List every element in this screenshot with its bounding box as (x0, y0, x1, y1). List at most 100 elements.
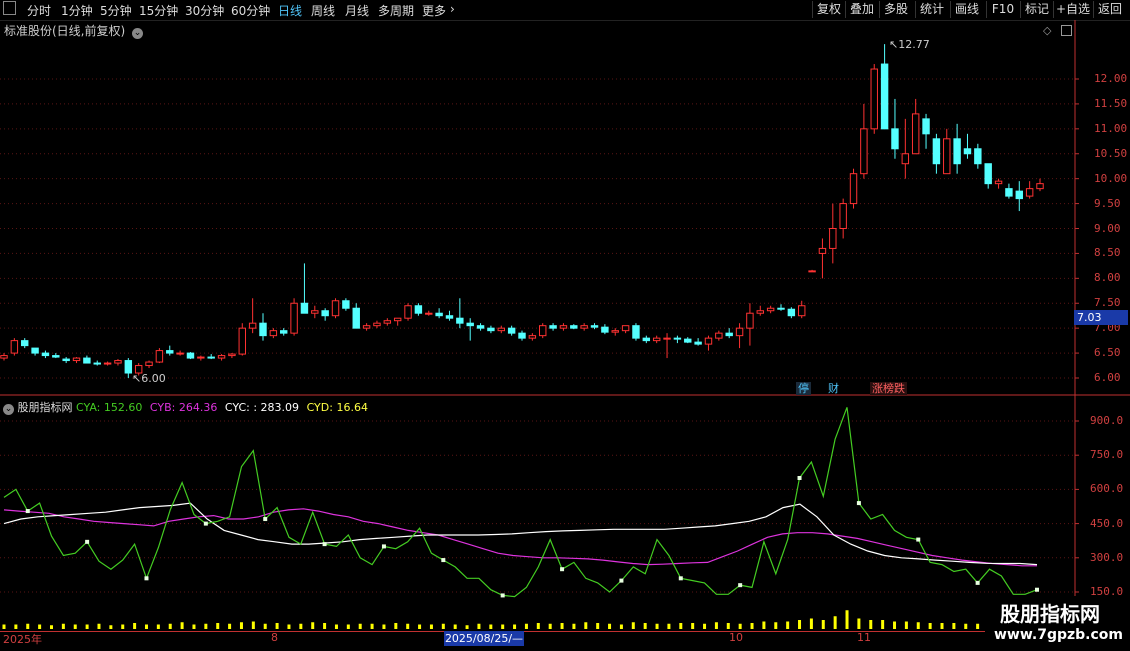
cyd-bar (703, 623, 707, 629)
diamond-icon[interactable]: ◇ (1043, 24, 1051, 37)
period-tab-5min[interactable]: 5分钟 (100, 2, 132, 19)
kline-chart[interactable] (0, 0, 1130, 650)
price-axis-label: 12.00 (1094, 72, 1128, 85)
cyd-bar (109, 625, 113, 629)
draw-line-button[interactable]: 画线 (950, 1, 983, 18)
cyd-bar (501, 624, 505, 629)
period-tab-1min[interactable]: 1分钟 (61, 2, 93, 19)
indicator-axis-label: 450.0 (1090, 516, 1124, 530)
cyd-bar (643, 623, 647, 629)
candle-up (528, 335, 537, 339)
indicator-menu-icon[interactable]: ⌄ (3, 404, 14, 415)
indicator-header: ⌄ 股朋指标网 CYA: 152.60 CYB: 264.36 CYC: : 2… (3, 399, 368, 415)
cyd-bar (881, 620, 885, 629)
candle-down (21, 340, 29, 347)
current-price-marker: 7.03 (1074, 310, 1128, 325)
candle-up (539, 325, 547, 337)
mark-button[interactable]: 标记 (1020, 1, 1053, 18)
cyd-bar (453, 624, 457, 629)
candle-up (818, 247, 827, 254)
cyd-bar (394, 623, 398, 629)
period-tab-fenshi[interactable]: 分时 (27, 2, 51, 19)
overlay-button[interactable]: 叠加 (845, 1, 878, 18)
cyd-bar (798, 620, 802, 629)
price-axis-label: 8.00 (1094, 271, 1121, 285)
candle-down (673, 337, 682, 340)
multi-stock-button[interactable]: 多股 (879, 1, 912, 18)
candle-up (290, 302, 298, 334)
candle-up (704, 337, 713, 345)
cya-point (560, 567, 565, 572)
candle-up (943, 138, 951, 175)
candle-down (31, 347, 39, 354)
candle-down (891, 128, 899, 150)
chevron-right-icon: › (450, 2, 455, 16)
cyd-bar (572, 623, 576, 629)
cyd-bar (904, 621, 908, 629)
candle-up (0, 355, 8, 359)
window-icon[interactable] (3, 1, 16, 15)
cya-point (203, 521, 208, 526)
candle-up (849, 173, 858, 205)
cya-value: 152.60 (103, 401, 143, 414)
candle-down (93, 362, 101, 365)
cyd-bar (524, 623, 528, 629)
candle-down (259, 322, 267, 337)
statistics-button[interactable]: 统计 (915, 1, 948, 18)
back-button[interactable]: 返回 (1093, 1, 1126, 18)
expand-icon[interactable] (1061, 25, 1072, 36)
cyd-bar (334, 624, 338, 629)
period-tab-monthly[interactable]: 月线 (345, 2, 369, 19)
chevron-down-icon[interactable]: ⌄ (132, 28, 144, 39)
cyd-bar (382, 624, 386, 629)
candle-up (559, 325, 568, 329)
candle-down (186, 352, 195, 359)
period-tab-weekly[interactable]: 周线 (311, 2, 335, 19)
period-tab-15min[interactable]: 15分钟 (139, 2, 178, 19)
period-tab-multi[interactable]: 多周期 (378, 2, 414, 19)
period-tab-more[interactable]: 更多 (422, 2, 446, 19)
candle-up (217, 355, 226, 359)
price-axis-label: 10.00 (1094, 171, 1128, 185)
candle-down (880, 63, 889, 130)
cyd-bar (536, 623, 540, 629)
cyd-bar (916, 622, 920, 629)
candle-down (963, 148, 972, 155)
cyd-bar (239, 622, 243, 629)
cyd-bar (418, 624, 422, 629)
cyd-value: 16.64 (336, 401, 368, 414)
cyd-bar (560, 623, 564, 629)
period-tab-daily[interactable]: 日线 (278, 2, 302, 19)
indicator-name[interactable]: 股朋指标网 (18, 401, 73, 414)
cyd-bar (548, 623, 552, 629)
period-tab-30min[interactable]: 30分钟 (185, 2, 224, 19)
cyd-bar (121, 624, 125, 629)
candle-down (466, 322, 474, 327)
cyd-bar (619, 624, 623, 629)
f10-button[interactable]: F10 (986, 1, 1019, 18)
suspension-badge[interactable]: 停 (796, 382, 811, 395)
candle-down (300, 302, 309, 314)
price-axis-label: 6.00 (1094, 371, 1121, 384)
cyd-bar (584, 622, 588, 629)
cya-point (381, 544, 386, 549)
finance-badge[interactable]: 财 (826, 382, 841, 395)
cyd-bar (691, 623, 695, 629)
cyd-bar (821, 620, 825, 629)
indicator-axis-label: 600.0 (1090, 482, 1124, 496)
candle-down (632, 325, 640, 339)
cya-point (322, 542, 327, 547)
period-tab-60min[interactable]: 60分钟 (231, 2, 270, 19)
ranking-badge[interactable]: 涨榜跌 (870, 382, 907, 395)
add-watchlist-button[interactable]: +自选 (1053, 1, 1092, 18)
price-axis-label: 9.00 (1094, 221, 1121, 235)
cyd-bar (952, 623, 956, 629)
candle-up (808, 270, 816, 273)
high-price-marker: ↖12.77 (889, 38, 930, 51)
cya-point (975, 580, 980, 585)
date-axis (0, 631, 1075, 651)
candle-up (248, 322, 257, 329)
fuquan-button[interactable]: 复权 (812, 1, 845, 18)
cyd-bar (714, 622, 718, 629)
cya-point (856, 501, 861, 506)
